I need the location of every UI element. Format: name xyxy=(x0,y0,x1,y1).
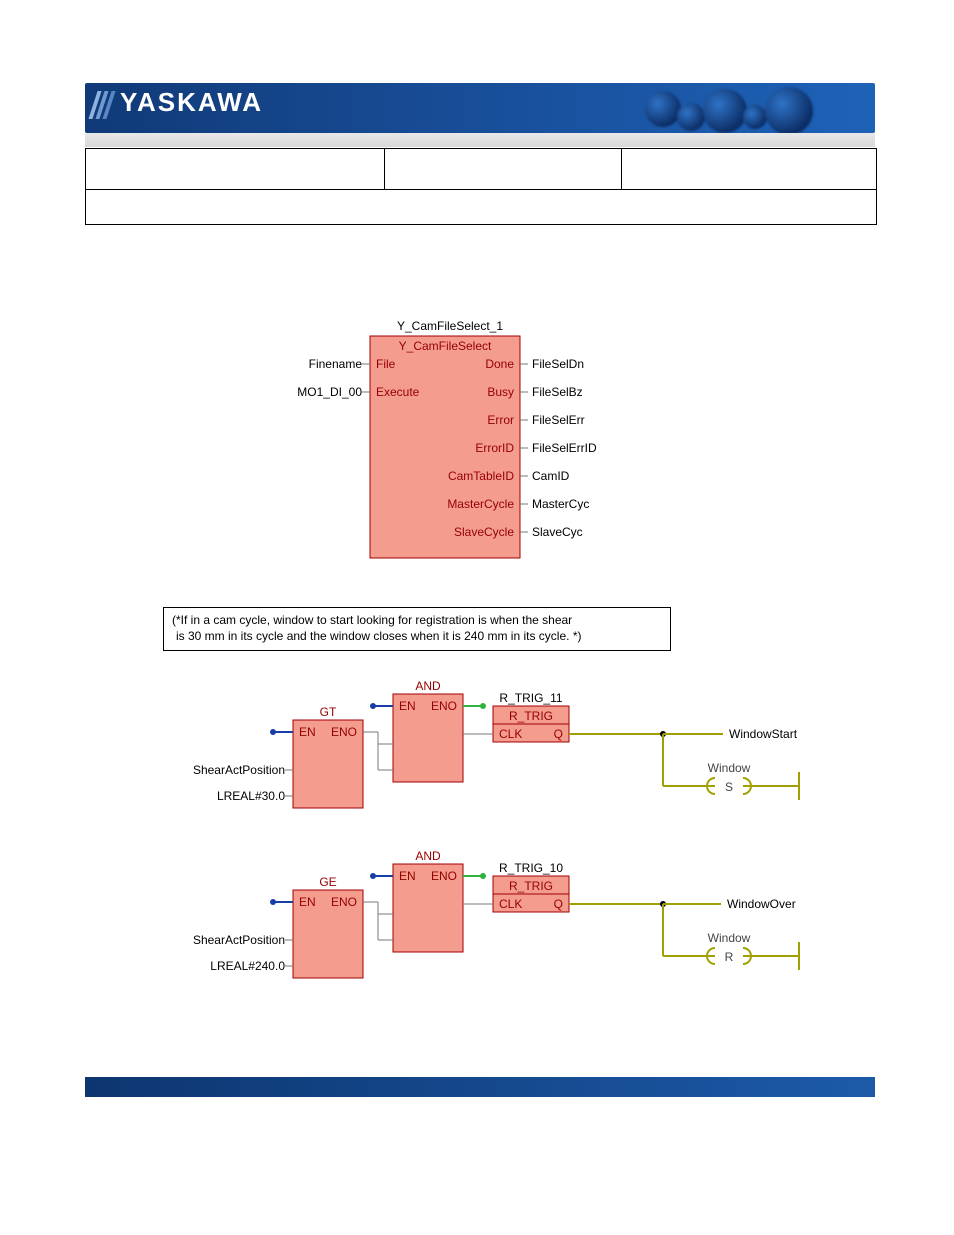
svg-text:Finename: Finename xyxy=(309,357,363,371)
fb-port-row: MO1_DI_00 Execute xyxy=(297,385,419,399)
brand-name: YASKAWA xyxy=(120,87,263,118)
and-en: EN xyxy=(399,699,416,713)
rtrig-type: R_TRIG xyxy=(509,879,553,893)
coil-type: R xyxy=(725,950,734,964)
svg-text:Error: Error xyxy=(487,413,514,427)
logo-stripes-icon xyxy=(93,91,115,117)
rtrig-clk: CLK xyxy=(499,727,522,741)
header-table xyxy=(85,148,877,225)
svg-text:Busy: Busy xyxy=(487,385,514,399)
header-cell xyxy=(86,149,385,189)
brand-banner: YASKAWA xyxy=(85,83,875,133)
banner-subheader xyxy=(85,133,875,147)
and-type: AND xyxy=(415,679,441,693)
rung-windowover: GE EN ENO ShearActPosition LREAL#240.0 A… xyxy=(163,848,823,1008)
svg-text:Execute: Execute xyxy=(376,385,420,399)
svg-text:FileSelBz: FileSelBz xyxy=(532,385,583,399)
and-eno: ENO xyxy=(431,869,457,883)
svg-text:CamID: CamID xyxy=(532,469,570,483)
svg-text:MasterCycle: MasterCycle xyxy=(447,497,514,511)
footer-bar xyxy=(85,1077,875,1097)
header-cell xyxy=(385,149,622,189)
fb-port-row: Finename File xyxy=(309,357,396,371)
out-windowover: WindowOver xyxy=(727,897,796,911)
rtrig-q: Q xyxy=(554,727,563,741)
rtrig-q: Q xyxy=(554,897,563,911)
fb-port-row: Busy FileSelBz xyxy=(487,385,582,399)
out-windowstart: WindowStart xyxy=(729,727,798,741)
gt-en: EN xyxy=(299,725,316,739)
svg-text:MasterCyc: MasterCyc xyxy=(532,497,589,511)
fb-type-label: Y_CamFileSelect xyxy=(399,339,492,353)
svg-text:CamTableID: CamTableID xyxy=(448,469,514,483)
gt-type: GT xyxy=(320,705,337,719)
page: YASKAWA Y_CamFileSelect_1 Y_CamFileSelec… xyxy=(0,0,954,1235)
banner-decor-icon xyxy=(645,85,855,131)
comment-line: is 30 mm in its cycle and the window clo… xyxy=(172,628,662,644)
fb-camfileselect-diagram: Y_CamFileSelect_1 Y_CamFileSelect Finena… xyxy=(270,316,630,566)
ge-en: EN xyxy=(299,895,316,909)
gt-eno: ENO xyxy=(331,725,357,739)
svg-text:FileSelDn: FileSelDn xyxy=(532,357,584,371)
rtrig-clk: CLK xyxy=(499,897,522,911)
svg-text:Done: Done xyxy=(485,357,514,371)
svg-text:FileSelErrID: FileSelErrID xyxy=(532,441,597,455)
fb-port-row: Done FileSelDn xyxy=(485,357,584,371)
svg-text:MO1_DI_00: MO1_DI_00 xyxy=(297,385,362,399)
and-type: AND xyxy=(415,849,441,863)
rtrig-instance: R_TRIG_10 xyxy=(499,861,563,875)
comment-box: (*If in a cam cycle, window to start loo… xyxy=(163,607,671,651)
rtrig-instance: R_TRIG_11 xyxy=(499,691,562,705)
ge-eno: ENO xyxy=(331,895,357,909)
fb-port-row: CamTableID CamID xyxy=(448,469,570,483)
rung-windowstart: GT EN ENO ShearActPosition LREAL#30.0 AN… xyxy=(163,678,823,838)
ge-in2: LREAL#240.0 xyxy=(210,959,285,973)
ge-type: GE xyxy=(319,875,336,889)
fb-port-row: ErrorID FileSelErrID xyxy=(475,441,597,455)
header-cell xyxy=(622,149,876,189)
and-eno: ENO xyxy=(431,699,457,713)
coil-label: Window xyxy=(708,761,751,775)
gt-in1: ShearActPosition xyxy=(193,763,285,777)
header-cell xyxy=(86,190,876,224)
rtrig-type: R_TRIG xyxy=(509,709,553,723)
coil-label: Window xyxy=(708,931,751,945)
and-en: EN xyxy=(399,869,416,883)
svg-text:SlaveCycle: SlaveCycle xyxy=(454,525,514,539)
coil-type: S xyxy=(725,780,733,794)
ge-in1: ShearActPosition xyxy=(193,933,285,947)
gt-in2: LREAL#30.0 xyxy=(217,789,285,803)
fb-instance-label: Y_CamFileSelect_1 xyxy=(397,319,503,333)
comment-line: (*If in a cam cycle, window to start loo… xyxy=(172,612,662,628)
svg-text:File: File xyxy=(376,357,396,371)
svg-text:SlaveCyc: SlaveCyc xyxy=(532,525,583,539)
svg-text:ErrorID: ErrorID xyxy=(475,441,514,455)
svg-text:FileSelErr: FileSelErr xyxy=(532,413,585,427)
fb-port-row: Error FileSelErr xyxy=(487,413,584,427)
